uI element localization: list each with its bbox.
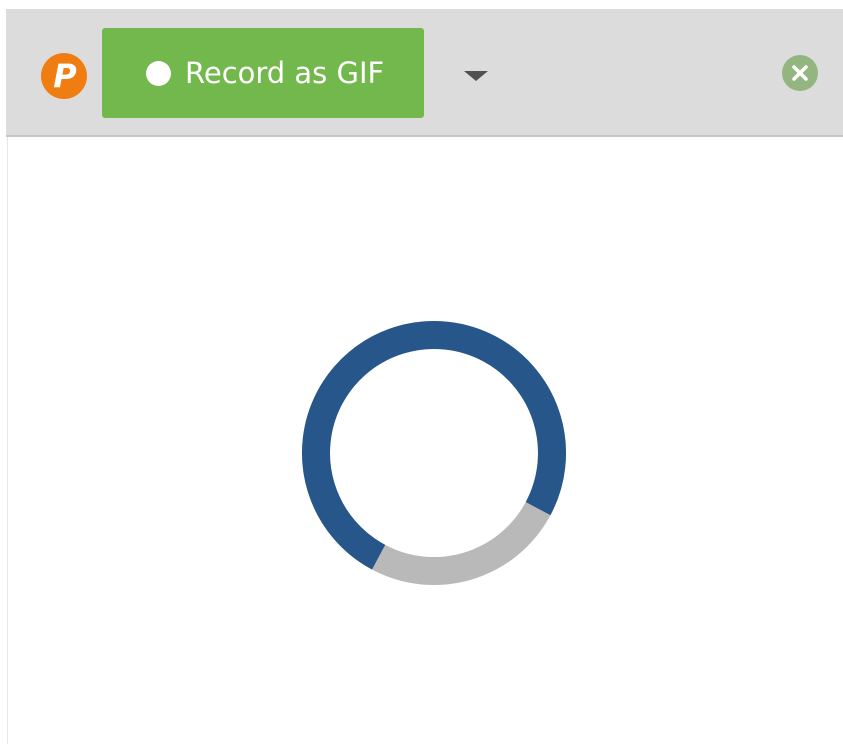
record-dot-icon	[146, 60, 171, 86]
record-as-gif-button[interactable]: Record as GIF	[102, 28, 424, 118]
caret-down-icon[interactable]	[462, 67, 490, 85]
close-icon[interactable]	[781, 54, 819, 92]
record-button-label: Record as GIF	[185, 56, 385, 90]
app-logo-icon: P	[41, 53, 87, 99]
content-border	[7, 137, 8, 744]
app-window: P Record as GIF	[0, 0, 843, 744]
loading-spinner	[302, 321, 567, 585]
logo-letter: P	[53, 57, 77, 95]
spinner-progress-arc	[302, 321, 567, 585]
toolbar: P Record as GIF	[6, 9, 843, 137]
